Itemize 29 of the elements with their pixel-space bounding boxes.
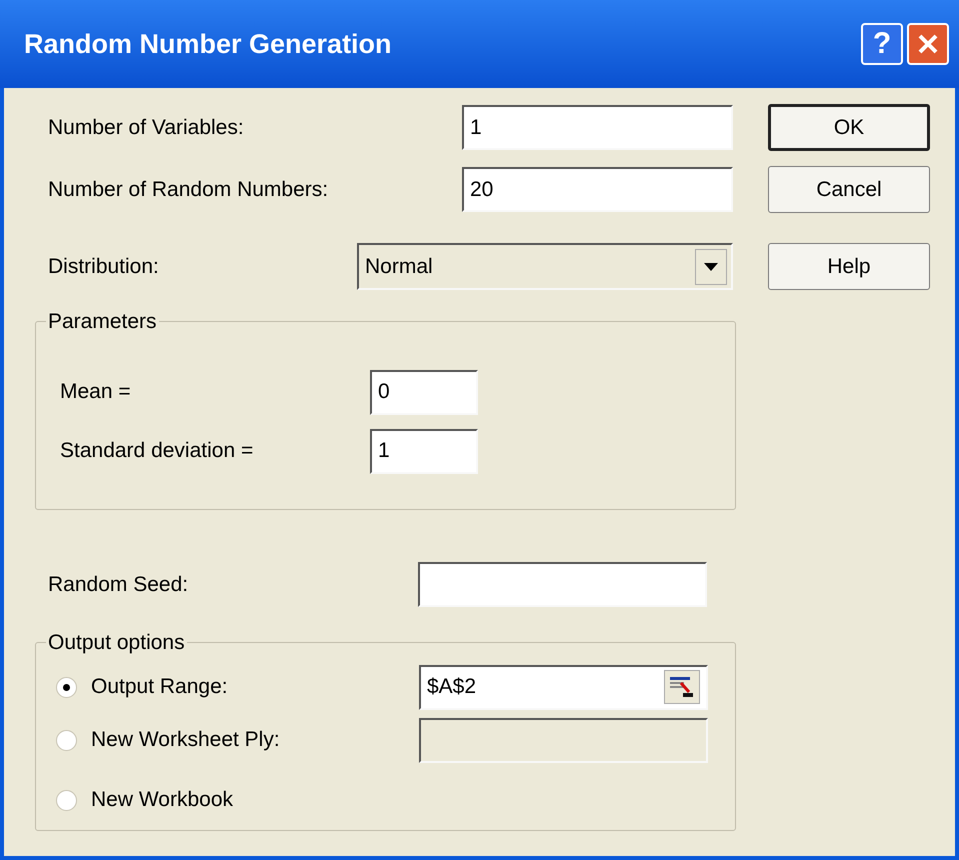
- option-label: New Worksheet Ply:: [91, 727, 281, 754]
- help-button[interactable]: ?: [861, 23, 903, 65]
- field-label: Number of Variables:: [48, 114, 245, 141]
- field-label: Number of Random Numbers:: [48, 176, 330, 203]
- window-title: Random Number Generation: [24, 28, 393, 61]
- dialog-button[interactable]: Cancel: [768, 166, 930, 213]
- dialog-button[interactable]: Help: [768, 243, 930, 290]
- range-picker-icon[interactable]: [664, 670, 700, 704]
- close-button[interactable]: [907, 23, 949, 65]
- input-field[interactable]: 1: [370, 428, 478, 474]
- option-label: Output Range:: [91, 674, 229, 700]
- field-label: Mean =: [60, 379, 132, 406]
- radio-button[interactable]: [56, 676, 77, 698]
- input-field[interactable]: [418, 562, 707, 607]
- input-field[interactable]: 0: [370, 370, 478, 414]
- close-icon: [916, 32, 940, 56]
- distribution-dropdown[interactable]: Normal: [357, 243, 733, 290]
- field-label: Distribution:: [48, 254, 160, 280]
- group-title: Output options: [47, 630, 186, 656]
- field-label: Standard deviation =: [60, 438, 254, 464]
- option-label: New Workbook: [91, 787, 234, 814]
- field-label: Random Seed:: [48, 572, 190, 598]
- dialog-button[interactable]: OK: [768, 104, 930, 151]
- radio-button[interactable]: [56, 790, 77, 810]
- input-field[interactable]: 1: [462, 105, 733, 150]
- input-field[interactable]: $A$2: [419, 664, 708, 710]
- group-title: Parameters: [47, 309, 158, 335]
- radio-button[interactable]: [56, 730, 77, 750]
- input-field[interactable]: 20: [462, 167, 733, 212]
